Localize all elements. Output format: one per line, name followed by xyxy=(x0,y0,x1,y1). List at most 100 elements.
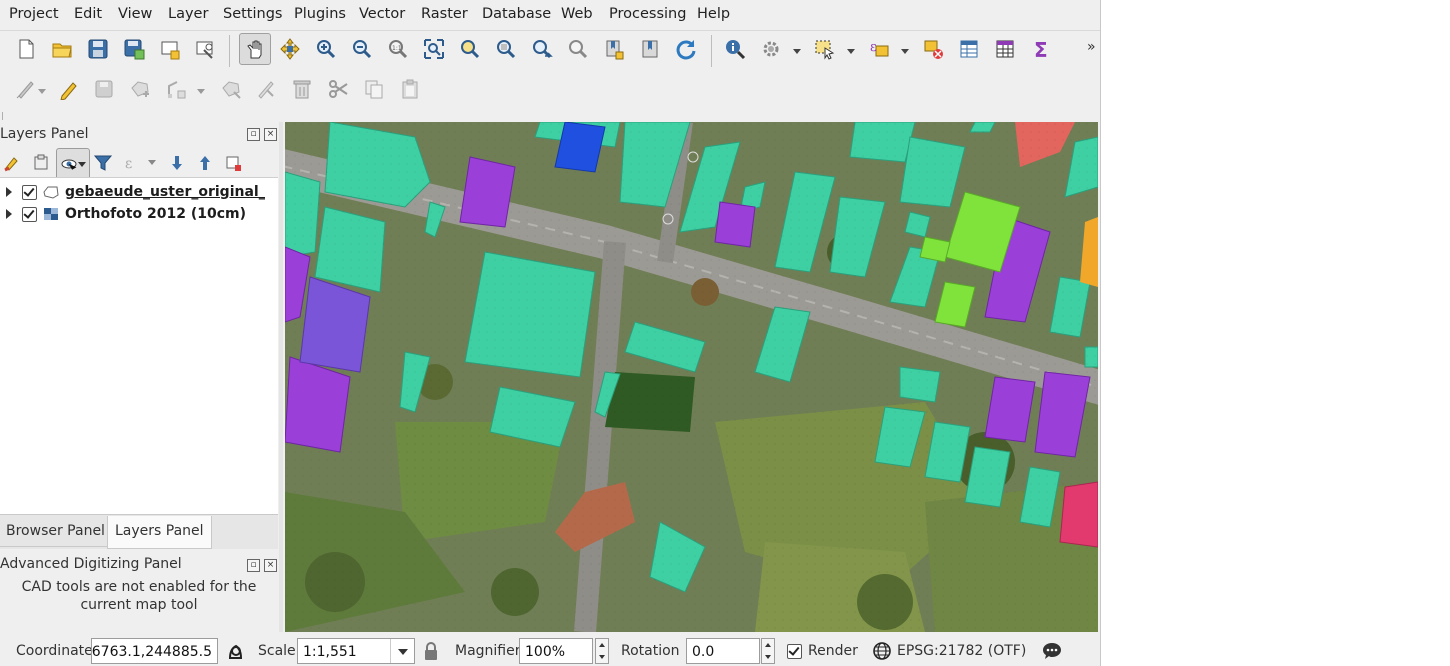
deselect-all-icon[interactable] xyxy=(918,34,948,64)
toolbar-overflow-button[interactable]: » xyxy=(1087,39,1096,55)
pan-to-selection-icon[interactable] xyxy=(275,34,305,64)
menu-raster[interactable]: Raster xyxy=(421,6,468,22)
cut-features-icon[interactable] xyxy=(323,74,353,104)
zoom-full-icon[interactable] xyxy=(419,34,449,64)
add-polygon-feature-icon[interactable] xyxy=(125,74,155,104)
copy-features-icon[interactable] xyxy=(359,74,389,104)
float-panel-icon[interactable]: ▫ xyxy=(247,559,260,572)
attribute-table-icon[interactable] xyxy=(954,34,984,64)
new-project-icon[interactable] xyxy=(11,34,41,64)
layers-toolbar: ε xyxy=(0,148,278,180)
close-icon[interactable]: × xyxy=(264,559,277,572)
menu-help[interactable]: Help xyxy=(697,6,730,22)
new-print-layout-icon[interactable] xyxy=(155,34,185,64)
menu-web[interactable]: Web xyxy=(561,6,593,22)
show-bookmarks-icon[interactable] xyxy=(635,34,665,64)
panel-splitter[interactable] xyxy=(279,122,283,632)
tab-layers-panel[interactable]: Layers Panel xyxy=(107,516,212,549)
panel-dock-controls: ▫ × xyxy=(247,559,277,572)
close-icon[interactable]: × xyxy=(264,128,277,141)
paste-features-icon[interactable] xyxy=(395,74,425,104)
menu-project[interactable]: Project xyxy=(9,6,59,22)
lock-icon[interactable] xyxy=(416,636,446,666)
zoom-out-icon[interactable] xyxy=(347,34,377,64)
layout-manager-icon[interactable] xyxy=(190,34,220,64)
field-calculator-icon[interactable] xyxy=(990,34,1020,64)
chevron-down-icon[interactable] xyxy=(148,160,156,165)
select-by-expression-icon[interactable]: ε xyxy=(864,34,894,64)
coordinate-label: Coordinate xyxy=(16,643,93,659)
collapse-all-icon[interactable] xyxy=(190,148,220,178)
rotation-spinner[interactable] xyxy=(761,638,775,664)
menu-view[interactable]: View xyxy=(118,6,152,22)
menu-vector[interactable]: Vector xyxy=(359,6,405,22)
current-edits-icon[interactable] xyxy=(11,74,41,104)
rotation-field[interactable]: 0.0 xyxy=(686,638,760,664)
crs-label[interactable]: EPSG:21782 (OTF) xyxy=(897,643,1026,659)
messages-icon[interactable] xyxy=(1037,636,1067,666)
coordinate-field[interactable]: 696763.1,244885.5 xyxy=(91,638,218,664)
vertex-tool-icon[interactable] xyxy=(216,74,246,104)
chevron-down-icon[interactable] xyxy=(901,49,909,54)
zoom-to-selection-icon[interactable] xyxy=(455,34,485,64)
pan-map-icon[interactable] xyxy=(239,33,271,65)
expand-arrow-icon[interactable] xyxy=(6,187,12,197)
zoom-to-layer-icon[interactable] xyxy=(491,34,521,64)
menu-layer[interactable]: Layer xyxy=(168,6,208,22)
remove-layer-icon[interactable] xyxy=(218,148,248,178)
layer-visibility-checkbox[interactable] xyxy=(22,184,37,200)
zoom-native-resolution-icon[interactable]: 1:1 xyxy=(383,34,413,64)
menu-processing[interactable]: Processing xyxy=(609,6,686,22)
modify-attributes-icon[interactable] xyxy=(251,74,281,104)
scale-dropdown-button[interactable] xyxy=(390,639,415,663)
panel-dock-controls: ▫ × xyxy=(247,128,277,141)
chevron-down-icon[interactable] xyxy=(38,89,46,94)
layer-row-buildings[interactable]: gebaeude_uster_original_ge... xyxy=(0,181,278,203)
rotation-label: Rotation xyxy=(621,643,680,659)
filter-legend-icon[interactable] xyxy=(88,148,118,178)
zoom-next-icon[interactable] xyxy=(563,34,593,64)
magnifier-label: Magnifier xyxy=(455,643,521,659)
zoom-in-icon[interactable] xyxy=(311,34,341,64)
expand-arrow-icon[interactable] xyxy=(6,209,12,219)
layer-row-orthofoto[interactable]: Orthofoto 2012 (10cm) xyxy=(0,203,278,225)
toggle-extents-icon[interactable] xyxy=(221,636,251,666)
save-edits-icon[interactable] xyxy=(89,74,119,104)
add-group-icon[interactable] xyxy=(26,148,56,178)
menu-plugins[interactable]: Plugins xyxy=(294,6,346,22)
select-features-icon[interactable] xyxy=(809,34,839,64)
menu-settings[interactable]: Settings xyxy=(223,6,282,22)
tab-browser-panel[interactable]: Browser Panel xyxy=(0,516,113,547)
layer-visibility-checkbox[interactable] xyxy=(22,206,37,222)
polygon-layer-icon xyxy=(43,185,59,199)
float-panel-icon[interactable]: ▫ xyxy=(247,128,260,141)
digitize-with-segment-icon[interactable] xyxy=(161,74,191,104)
open-project-icon[interactable] xyxy=(47,34,77,64)
expand-all-icon[interactable] xyxy=(162,148,192,178)
layer-label[interactable]: Orthofoto 2012 (10cm) xyxy=(65,206,246,222)
identify-features-icon[interactable] xyxy=(720,34,750,64)
magnifier-spinner[interactable] xyxy=(595,638,609,664)
statistical-summary-icon[interactable]: Σ xyxy=(1026,34,1056,64)
chevron-down-icon[interactable] xyxy=(847,49,855,54)
toggle-editing-icon[interactable] xyxy=(53,74,83,104)
chevron-down-icon[interactable] xyxy=(197,89,205,94)
layer-label[interactable]: gebaeude_uster_original_ge... xyxy=(65,184,265,200)
new-bookmark-icon[interactable] xyxy=(599,34,629,64)
zoom-last-icon[interactable] xyxy=(527,34,557,64)
render-checkbox[interactable] xyxy=(787,644,802,659)
refresh-icon[interactable] xyxy=(671,34,701,64)
filter-by-expression-icon[interactable]: ε xyxy=(116,148,146,178)
menu-database[interactable]: Database xyxy=(482,6,551,22)
toolbar-grip xyxy=(2,112,3,120)
menu-edit[interactable]: Edit xyxy=(74,6,102,22)
globe-icon[interactable] xyxy=(867,636,897,666)
save-project-icon[interactable] xyxy=(83,34,113,64)
open-layer-styling-icon[interactable] xyxy=(0,148,28,178)
chevron-down-icon[interactable] xyxy=(793,49,801,54)
run-feature-action-icon[interactable] xyxy=(756,34,786,64)
magnifier-field[interactable]: 100% xyxy=(519,638,593,664)
delete-selected-icon[interactable] xyxy=(287,74,317,104)
save-as-icon[interactable] xyxy=(119,34,149,64)
map-canvas[interactable] xyxy=(285,122,1098,632)
